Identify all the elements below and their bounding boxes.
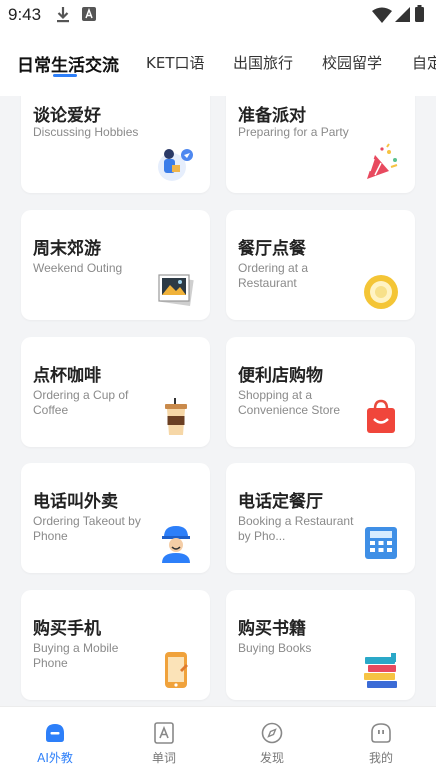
scenario-card[interactable]: 点杯咖啡 Ordering a Cup of Coffee xyxy=(21,337,210,447)
delivery-person-icon xyxy=(162,526,190,563)
nav-label: AI外教 xyxy=(37,751,73,765)
scenario-card[interactable]: 电话定餐厅 Booking a Restaurant by Pho... xyxy=(226,463,415,573)
scenario-card[interactable]: 谈论爱好 Discussing Hobbies xyxy=(21,96,210,193)
card-title: 周末郊游 xyxy=(33,239,101,259)
scenario-card[interactable]: 周末郊游 Weekend Outing xyxy=(21,210,210,320)
party-popper-icon xyxy=(367,143,398,179)
battery-icon xyxy=(415,5,424,22)
status-bar: 9:43 xyxy=(0,0,436,32)
scenario-card[interactable]: 便利店购物 Shopping at a Convenience Store xyxy=(226,337,415,447)
tab-ket-speaking[interactable]: KET口语 xyxy=(146,52,204,73)
tab-travel-abroad[interactable]: 出国旅行 xyxy=(233,52,293,73)
card-subtitle: Weekend Outing xyxy=(33,261,123,275)
tab-campus-study[interactable]: 校园留学 xyxy=(322,52,382,73)
card-title: 餐厅点餐 xyxy=(238,239,306,259)
tab-custom[interactable]: 自定 xyxy=(412,52,436,73)
tab-daily-life[interactable]: 日常生活交流 xyxy=(17,51,119,76)
scenario-card[interactable]: 准备派对 Preparing for a Party xyxy=(226,96,415,193)
signal-icon xyxy=(395,7,410,22)
card-title: 电话定餐厅 xyxy=(238,492,323,512)
mobile-phone-icon xyxy=(165,652,188,688)
card-subtitle: Ordering Takeout by Phone xyxy=(33,514,141,543)
shopping-bag-icon xyxy=(367,399,395,433)
app-notification-icon xyxy=(82,7,96,21)
ai-tutor-icon xyxy=(46,724,64,742)
photo-icon xyxy=(158,274,194,306)
card-subtitle: Shopping at a Convenience Store xyxy=(238,388,341,417)
nav-label: 单词 xyxy=(151,751,176,765)
scenario-card[interactable]: 购买书籍 Buying Books xyxy=(226,590,415,700)
status-time: 9:43 xyxy=(8,5,42,24)
scenario-grid: 谈论爱好 Discussing Hobbies 准备派对 Preparing f… xyxy=(0,96,436,706)
card-title: 点杯咖啡 xyxy=(33,366,101,386)
nav-ai-tutor[interactable]: AI外教 xyxy=(15,721,95,766)
wifi-icon xyxy=(372,7,392,23)
nav-discover[interactable]: 发现 xyxy=(232,721,312,766)
bottom-navigation: AI外教 单词 发现 我的 xyxy=(0,706,436,777)
card-title: 准备派对 xyxy=(238,106,306,126)
scenario-card[interactable]: 购买手机 Buying a Mobile Phone xyxy=(21,590,210,700)
nav-profile[interactable]: 我的 xyxy=(341,721,421,766)
active-tab-indicator xyxy=(53,74,77,77)
card-subtitle: Preparing for a Party xyxy=(238,125,349,139)
nav-vocabulary[interactable]: 单词 xyxy=(124,721,204,766)
books-icon xyxy=(364,653,397,688)
plate-icon xyxy=(364,275,398,309)
card-subtitle: Buying a Mobile Phone xyxy=(33,641,119,670)
profile-icon xyxy=(371,723,391,743)
card-subtitle: Ordering a Cup of Coffee xyxy=(33,388,129,417)
card-title: 购买手机 xyxy=(33,619,101,639)
card-subtitle: Discussing Hobbies xyxy=(33,125,139,139)
vocabulary-icon xyxy=(154,722,174,744)
card-title: 电话叫外卖 xyxy=(33,492,118,512)
telephone-icon xyxy=(365,527,397,559)
nav-label: 发现 xyxy=(259,751,284,765)
card-subtitle: Booking a Restaurant by Pho... xyxy=(238,514,354,543)
card-subtitle: Buying Books xyxy=(238,641,312,655)
card-title: 购买书籍 xyxy=(238,619,306,639)
card-subtitle: Ordering at a Restaurant xyxy=(238,261,309,290)
card-title: 谈论爱好 xyxy=(33,106,101,126)
download-icon xyxy=(57,7,69,23)
coffee-cup-icon xyxy=(165,398,187,435)
category-tabs: 日常生活交流 KET口语 出国旅行 校园留学 自定 xyxy=(0,32,436,96)
nav-label: 我的 xyxy=(368,751,393,765)
scenario-card[interactable]: 餐厅点餐 Ordering at a Restaurant xyxy=(226,210,415,320)
scenario-card[interactable]: 电话叫外卖 Ordering Takeout by Phone xyxy=(21,463,210,573)
card-title: 便利店购物 xyxy=(238,366,323,386)
hobbies-icon xyxy=(158,149,193,181)
compass-icon xyxy=(261,722,283,744)
